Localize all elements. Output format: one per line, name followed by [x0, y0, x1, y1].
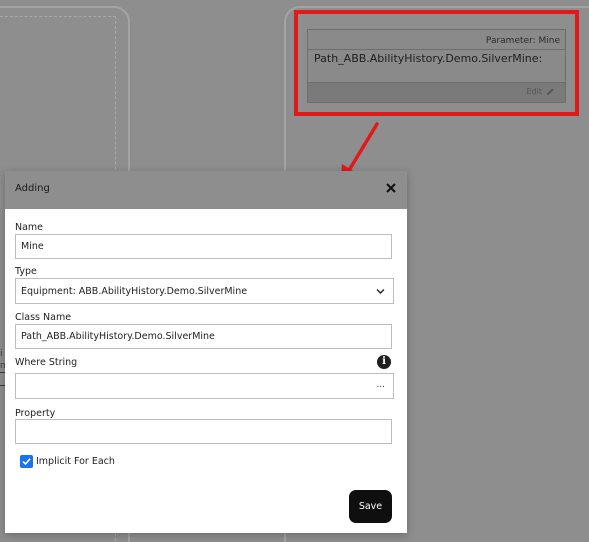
- where-string-label: Where String: [15, 357, 78, 368]
- property-label: Property: [15, 408, 56, 419]
- dialog-header: Adding: [5, 171, 407, 209]
- dialog-title: Adding: [15, 183, 50, 194]
- type-select[interactable]: Equipment: ABB.AbilityHistory.Demo.Silve…: [15, 278, 394, 304]
- annotation-highlight-box: [294, 10, 579, 116]
- property-input[interactable]: [15, 419, 392, 444]
- type-selected-value: Equipment: ABB.AbilityHistory.Demo.Silve…: [21, 286, 248, 297]
- implicit-for-each-label: Implicit For Each: [36, 456, 115, 467]
- adding-dialog: Adding Name Type Equipment: ABB.AbilityH…: [5, 171, 407, 533]
- implicit-for-each-checkbox[interactable]: [20, 455, 33, 468]
- type-label: Type: [15, 266, 37, 277]
- check-icon: [22, 458, 31, 466]
- where-string-field[interactable]: ...: [15, 373, 394, 399]
- chevron-down-icon: [376, 289, 385, 294]
- name-input[interactable]: [15, 234, 392, 259]
- class-name-label: Class Name: [15, 312, 72, 323]
- save-button[interactable]: Save: [349, 490, 392, 523]
- ellipsis-icon[interactable]: ...: [376, 380, 385, 390]
- name-label: Name: [15, 222, 44, 233]
- close-icon[interactable]: [385, 182, 397, 194]
- info-icon[interactable]: i: [377, 355, 391, 369]
- class-name-input[interactable]: [15, 324, 392, 349]
